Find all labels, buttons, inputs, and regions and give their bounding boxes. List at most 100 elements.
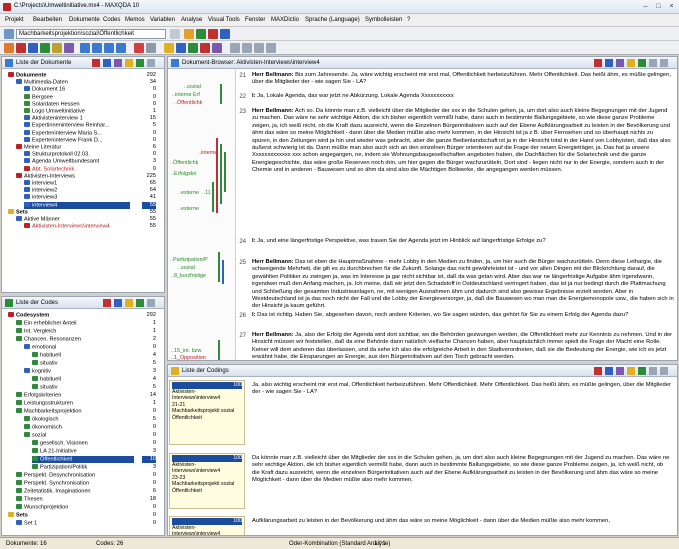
coding-text[interactable]: Ja, also wichtig erscheint mir erst mal,… (252, 382, 672, 443)
code-item[interactable]: Partizipation/Politik (32, 464, 134, 471)
variables-icon[interactable] (64, 43, 74, 53)
paragraph[interactable]: Herr Bellmann: Ach so. Da könnte man z.B… (252, 108, 674, 232)
document-item[interactable]: Experteninterview Maria S... (24, 129, 130, 137)
code-item[interactable]: Chancen. Resonanzen (16, 336, 134, 343)
browser-print-icon[interactable] (605, 59, 613, 67)
code-label-externe-2[interactable]: ..externe (178, 206, 199, 212)
menu-fenster[interactable]: Fenster (245, 17, 265, 23)
maximize-button[interactable]: □ (653, 2, 664, 11)
menu-visual-tools[interactable]: Visual Tools (208, 17, 240, 23)
coding-stripe[interactable] (216, 138, 218, 213)
code-item[interactable]: Set 1 (16, 520, 134, 527)
save-icon[interactable] (28, 43, 38, 53)
window-docs-icon[interactable] (80, 43, 90, 53)
paragraph[interactable]: Herr Bellmann: Bis zum Jahresende. Ja, w… (252, 72, 674, 88)
codings-weight-icon[interactable] (627, 367, 635, 375)
document-item[interactable]: Dokument 16 (24, 86, 130, 93)
menu-help[interactable]: ? (407, 17, 410, 23)
emoticon-icon[interactable] (220, 29, 230, 39)
code-label-oeffentlichk-2[interactable]: ..Öffentlichk (170, 160, 198, 166)
open-project-icon[interactable] (4, 43, 14, 53)
code-memo-icon[interactable] (125, 299, 133, 307)
code-matrix-icon[interactable] (188, 43, 198, 53)
memo-doc-icon[interactable] (114, 59, 122, 67)
codes-close-icon[interactable] (147, 299, 155, 307)
paragraph[interactable]: Herr Bellmann: Ja, also der Erfolg der A… (252, 332, 674, 360)
memo-icon[interactable] (52, 43, 62, 53)
menu-analyse[interactable]: Analyse (181, 17, 202, 23)
window-codes-icon[interactable] (92, 43, 102, 53)
document-item[interactable]: Meine Literatur (16, 144, 130, 151)
document-icon[interactable] (4, 29, 14, 39)
doc-portrait-icon[interactable] (212, 43, 222, 53)
document-item[interactable]: Logo Umweltinitiative (24, 108, 130, 115)
codings-close-icon[interactable] (660, 367, 668, 375)
coding-stripe[interactable] (220, 84, 222, 104)
code-item[interactable]: Perspekt. Synchronisation (16, 480, 134, 487)
document-item[interactable]: Expertinneninterview Reinhar... (24, 122, 130, 129)
document-item[interactable]: Dokumente (8, 72, 130, 79)
code-item[interactable]: Wunschprojektion (16, 504, 134, 511)
code-label-interne[interactable]: ..interne (198, 150, 217, 156)
document-item[interactable]: interview1 (24, 180, 130, 187)
document-item[interactable]: Aktive Männer (16, 216, 130, 223)
code-item[interactable]: sozial (24, 432, 134, 439)
coding-info[interactable]: 100 Aktivisten-Interviews\interview4 21-21… (169, 380, 245, 445)
coding-text[interactable]: Da könnte man z.B. vielleicht über die M… (252, 455, 672, 507)
export-icon[interactable] (136, 59, 144, 67)
code-item[interactable]: Öffentlichkeit (32, 456, 134, 463)
browser-memo-icon[interactable] (627, 59, 635, 67)
code-label-int-bzw[interactable]: ..15_int. bzw. (171, 348, 202, 354)
menu-projekt[interactable]: Projekt (5, 17, 24, 23)
window-codings-icon[interactable] (116, 43, 126, 53)
document-item[interactable]: Sets (8, 208, 130, 216)
codings-option-icon[interactable] (594, 367, 602, 375)
coding-stripe[interactable] (224, 152, 226, 192)
coding-stripe[interactable] (218, 340, 220, 360)
code-label-opposition[interactable]: ..1_Opposition (171, 355, 206, 361)
weight-icon[interactable] (254, 43, 264, 53)
paragraph[interactable]: Herr Bellmann: Das ist eben die HauptmaS… (252, 259, 674, 309)
paragraph[interactable]: I: Ja, Lokale Agenda, das war jetzt ne A… (252, 93, 674, 102)
document-item[interactable]: Aktivisten-Interviews (16, 172, 130, 180)
document-item[interactable]: Experteninterview Frank D... (24, 136, 130, 144)
menu-dokumente[interactable]: Dokumente (69, 17, 100, 23)
code-label-partizipation[interactable]: ..Partizipation/P (170, 257, 208, 263)
document-item[interactable]: interview4 (24, 201, 130, 209)
codings-search-icon[interactable] (616, 367, 624, 375)
panel-close-icon[interactable] (147, 59, 155, 67)
document-item[interactable]: Multimedia-Daten (16, 79, 130, 86)
reset-icon[interactable] (230, 43, 240, 53)
document-item[interactable]: Strukturprotokoll 02.03. (24, 151, 130, 158)
search-icon[interactable] (134, 43, 144, 53)
code-item[interactable]: Machbarkeitsprojektion (16, 408, 134, 415)
menu-bearbeiten[interactable]: Bearbeiten (33, 17, 62, 23)
highlight-icon[interactable] (184, 29, 194, 39)
code-item[interactable]: Erfolgskriterien (16, 392, 134, 399)
activation-icon[interactable] (164, 43, 174, 53)
code-item[interactable]: Ein erheblicher Anteil (16, 320, 134, 327)
codings-print-icon[interactable] (605, 367, 613, 375)
sets-icon[interactable] (125, 59, 133, 67)
paragraph[interactable]: I: Das ist richtig. Haben Sie, abgesehen… (252, 312, 674, 328)
code-label-kurzfristige[interactable]: ..8_kurzfristige (171, 273, 206, 279)
document-item[interactable]: Aktivisten-Interviews\interview4 (24, 223, 130, 230)
code-relations-icon[interactable] (200, 43, 210, 53)
open-icon[interactable] (103, 59, 111, 67)
code-item[interactable]: Zeitetatistik. Imaginationen (16, 488, 134, 495)
browser-export-icon[interactable] (638, 59, 646, 67)
text-search-icon[interactable] (146, 43, 156, 53)
filter-icon[interactable] (242, 43, 252, 53)
coding-stripe[interactable] (222, 260, 224, 284)
code-label-oeffentlichk[interactable]: ..Öffentlichk (174, 100, 202, 106)
menu-codes[interactable]: Codes (103, 17, 120, 23)
code-item[interactable]: Thesen (16, 496, 134, 503)
color-code-icon[interactable] (208, 29, 218, 39)
document-item[interactable]: interview3 (24, 194, 130, 201)
menu-sprache[interactable]: Sprache (Language) (305, 17, 360, 23)
document-item[interactable]: Solardaten Hessen (24, 100, 130, 108)
window-browser-icon[interactable] (104, 43, 114, 53)
codings-export-icon[interactable] (638, 367, 646, 375)
coding-stripe[interactable] (212, 182, 214, 212)
close-project-icon[interactable] (16, 43, 26, 53)
